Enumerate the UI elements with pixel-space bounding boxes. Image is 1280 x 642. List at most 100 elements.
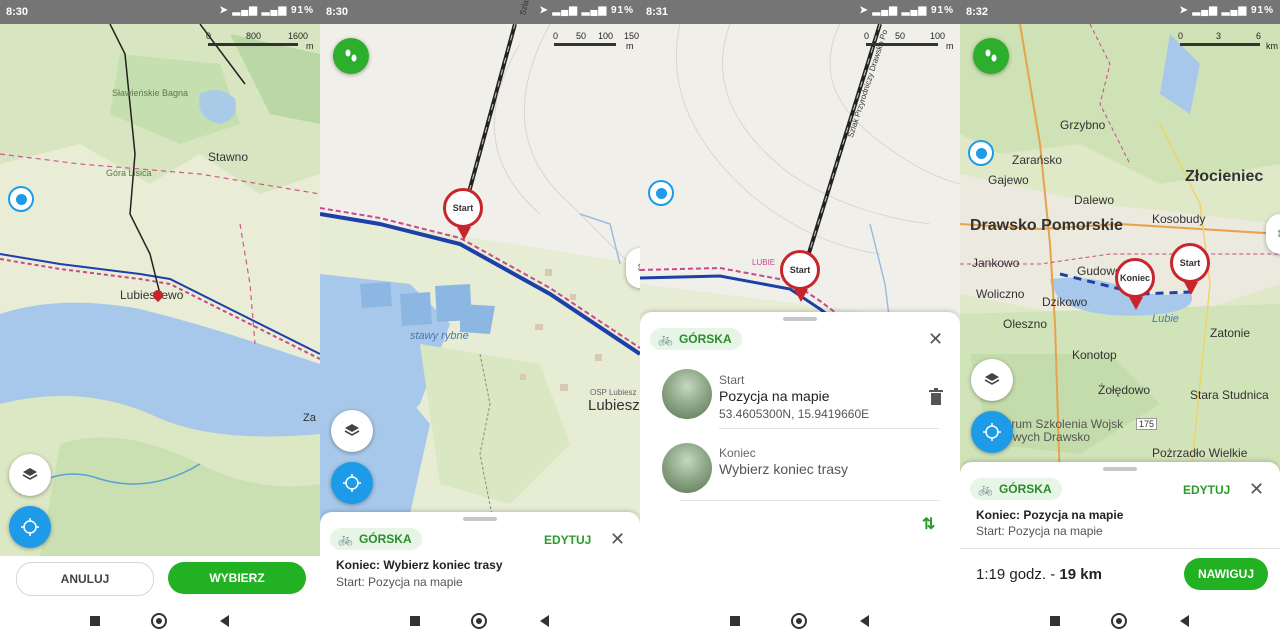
status-bar: 8:30 ➤ ▂▄▆ ▂▄▆ 91% [0,0,320,24]
recents-icon[interactable] [730,616,740,626]
battery-level: 91% [930,5,954,16]
end-pin[interactable]: Koniec [1115,258,1155,310]
profile-chip[interactable]: 🚲 GÓRSKA [650,328,742,350]
back-icon[interactable] [220,615,229,627]
bike-icon: 🚲 [978,482,993,496]
scale-label-1: 50 [576,31,587,41]
map-label-4: Złocieniec [1185,168,1264,185]
my-location-icon[interactable] [8,186,34,212]
map-label-12: Lubie [1152,313,1179,325]
map-label-7: Jankowo [972,256,1020,270]
activity-mode-button[interactable] [333,38,369,74]
back-icon[interactable] [860,615,869,627]
start-label: Start [719,373,745,387]
status-icons: ➤ ▂▄▆ ▂▄▆ 91% [859,5,954,16]
navigate-button[interactable]: NAWIGUJ [1184,558,1268,590]
status-icons: ➤ ▂▄▆ ▂▄▆ 91% [219,5,314,16]
scale-label-0: 0 [553,31,559,41]
compass-button[interactable] [331,462,373,504]
my-location-icon[interactable] [648,180,674,206]
system-nav-bar [0,600,320,642]
map-label-lubie: LUBIE [752,258,776,267]
end-title[interactable]: Wybierz koniec trasy [719,461,848,477]
sheet-handle[interactable] [463,517,497,521]
close-icon[interactable]: ✕ [1249,479,1264,500]
map-label-stawno: Stawno [208,150,249,164]
route-summary: 1:19 godz. - 19 km [976,566,1102,583]
row-divider [680,500,940,501]
expand-icon: ⇕ [1275,228,1280,240]
map-label-16: Stara Studnica [1190,388,1269,402]
system-nav-bar [640,600,960,642]
row-divider [719,428,939,429]
recents-icon[interactable] [410,616,420,626]
route-sheet: 🚲 GÓRSKA ✕ Start Pozycja na mapie 53.4605… [640,312,960,600]
start-title[interactable]: Pozycja na mapie [719,388,830,404]
cancel-button[interactable]: ANULUJ [16,562,154,596]
home-icon[interactable] [791,613,807,629]
home-icon[interactable] [1111,613,1127,629]
home-icon[interactable] [471,613,487,629]
map-label-2: Gajewo [988,173,1029,187]
start-pin[interactable]: Start [1170,243,1210,295]
sheet-handle[interactable] [783,317,817,321]
map-view[interactable] [960,24,1280,484]
map-label-bagna: Sławieńskie Bagna [112,88,189,98]
route-sheet: 🚲 GÓRSKA EDYTUJ ✕ Koniec: Pozycja na mapi… [960,462,1280,602]
expand-handle[interactable]: ⇕ [626,248,640,288]
profile-label: GÓRSKA [358,532,412,546]
route-sheet: 🚲 GÓRSKA EDYTUJ ✕ Koniec: Wybierz koniec … [320,512,640,602]
scale-label-2: 6 [1256,31,1262,41]
trash-icon[interactable] [928,388,944,406]
route-duration: 1:19 godz. - [976,566,1060,583]
map-label-stawy: stawy rybne [410,330,469,342]
recents-icon[interactable] [90,616,100,626]
profile-label: GÓRSKA [998,482,1052,496]
edit-button[interactable]: EDYTUJ [1183,483,1230,497]
back-icon[interactable] [1180,615,1189,627]
compass-button[interactable] [9,506,51,548]
map-label-9: Woliczno [976,287,1025,301]
layers-button[interactable] [971,359,1013,401]
start-pin[interactable]: Start [443,188,483,240]
activity-mode-button[interactable] [973,38,1009,74]
status-time: 8:30 [6,6,29,18]
select-button[interactable]: WYBIERZ [168,562,306,594]
map-label-0: Grzybno [1060,118,1106,132]
footprints-icon [985,49,997,62]
map-label-10: Dzikowo [1042,295,1088,309]
compass-button[interactable] [971,411,1013,453]
scale-unit: m [946,41,954,51]
map-label-13: Zatonie [1210,326,1251,340]
layers-button[interactable] [331,410,373,452]
my-location-icon[interactable] [968,140,994,166]
home-icon[interactable] [151,613,167,629]
start-coords: 53.4605300N, 15.9419660E [719,407,870,421]
screen-4: 8:32 ➤ ▂▄▆ ▂▄▆ 91% 0 3 6 km Grzybno Zara… [960,0,1280,642]
profile-label: GÓRSKA [678,332,732,346]
start-avatar [662,369,712,419]
battery-level: 91% [1250,5,1274,16]
compass-icon [983,423,1001,441]
status-icons: ➤ ▂▄▆ ▂▄▆ 91% [1179,5,1274,16]
route-start-text: Start: Pozycja na mapie [336,575,463,589]
profile-chip[interactable]: 🚲 GÓRSKA [330,528,422,550]
back-icon[interactable] [540,615,549,627]
layers-button[interactable] [9,454,51,496]
edit-button[interactable]: EDYTUJ [544,533,591,547]
start-pin[interactable]: Start [780,250,820,302]
battery-level: 91% [610,5,634,16]
expand-handle[interactable]: ⇕ [1266,214,1280,254]
scale-label-3: 150 [624,31,640,41]
close-icon[interactable]: ✕ [928,329,943,350]
map-label-15: Żołędowo [1098,383,1151,397]
profile-chip[interactable]: 🚲 GÓRSKA [970,478,1062,500]
road-number-badge: 175 [1136,418,1158,430]
route-end-text: Koniec: Pozycja na mapie [976,508,1124,522]
recents-icon[interactable] [1050,616,1060,626]
status-time: 8:31 [646,6,669,18]
close-icon[interactable]: ✕ [610,529,625,550]
system-nav-bar [960,600,1280,642]
sheet-handle[interactable] [1103,467,1137,471]
swap-icon[interactable]: ⇅ [922,514,935,534]
